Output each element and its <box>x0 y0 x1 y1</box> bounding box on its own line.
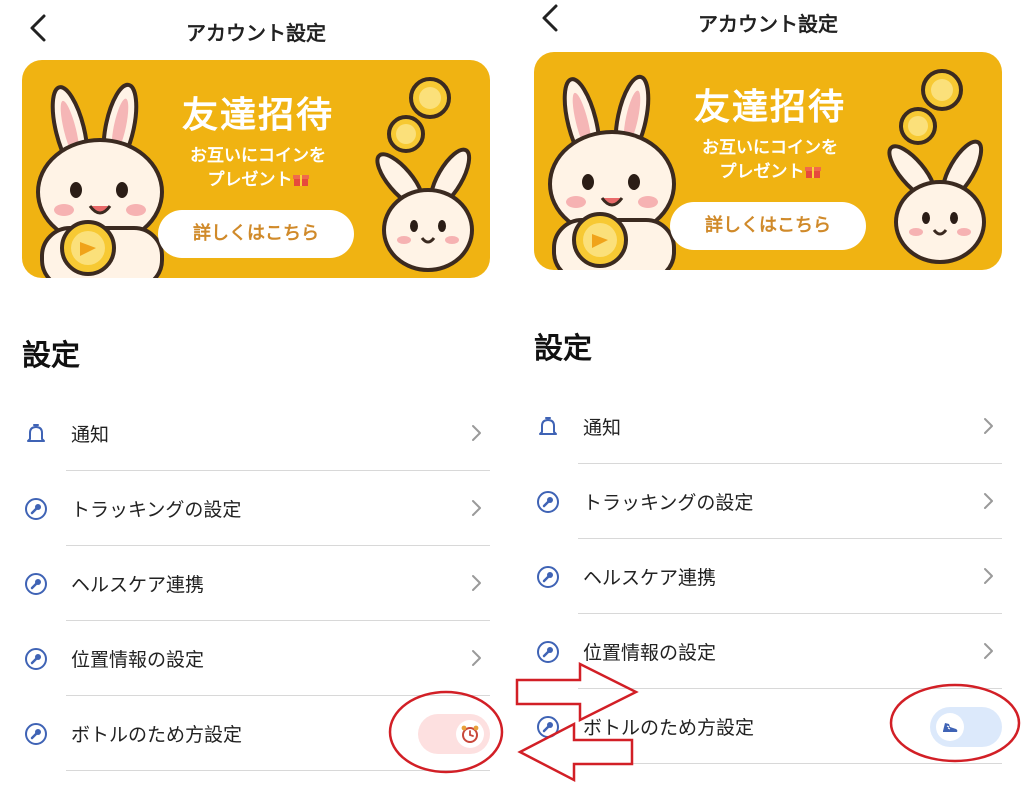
gift-icon <box>292 175 309 186</box>
wrench-icon <box>25 498 47 520</box>
chevron-right-icon <box>984 568 993 584</box>
nav-bar: アカウント設定 <box>0 0 512 60</box>
nav-bar: アカウント設定 <box>512 0 1024 50</box>
bottle-mode-toggle[interactable] <box>418 714 490 754</box>
settings-item-location[interactable]: 位置情報の設定 <box>512 614 1024 689</box>
settings-list: 通知 トラッキングの設定 ヘルスケア連携 位置情報の設定 ボトルのため方設定 <box>512 389 1024 764</box>
settings-item-label: 通知 <box>583 417 622 439</box>
settings-item-bottle[interactable]: ボトルのため方設定 <box>0 696 512 771</box>
settings-item-healthcare[interactable]: ヘルスケア連携 <box>0 546 512 621</box>
banner-subtitle-line1: お互いにコインを <box>702 138 838 158</box>
settings-item-notifications[interactable]: 通知 <box>512 389 1024 464</box>
screenshot-after: アカウント設定 友達招待 お互いにコインを プレゼント 詳しくはこちら 設定 通… <box>512 0 1024 796</box>
wrench-icon <box>25 648 47 670</box>
settings-item-healthcare[interactable]: ヘルスケア連携 <box>512 539 1024 614</box>
wrench-icon <box>537 641 559 663</box>
chevron-right-icon <box>472 650 481 666</box>
section-title-settings: 設定 <box>534 331 593 365</box>
banner-subtitle-line2-text: プレゼント <box>207 170 293 190</box>
banner-subtitle: お互いにコインを プレゼント <box>152 144 364 192</box>
settings-item-label: 位置情報の設定 <box>583 642 717 664</box>
banner-subtitle-line2-text: プレゼント <box>719 162 805 182</box>
settings-item-location[interactable]: 位置情報の設定 <box>0 621 512 696</box>
wrench-icon <box>537 716 559 738</box>
settings-item-label: 通知 <box>71 424 110 446</box>
divider <box>66 770 490 771</box>
section-title-settings: 設定 <box>22 338 81 372</box>
page-title: アカウント設定 <box>186 21 326 45</box>
banner-subtitle-line2: プレゼント <box>664 160 876 184</box>
wrench-icon <box>25 723 47 745</box>
wrench-icon <box>537 566 559 588</box>
settings-item-tracking[interactable]: トラッキングの設定 <box>0 471 512 546</box>
bell-icon <box>539 417 557 435</box>
settings-item-label: トラッキングの設定 <box>583 492 754 514</box>
gift-icon <box>804 167 821 178</box>
banner-subtitle-line1: お互いにコインを <box>190 146 326 166</box>
wrench-icon <box>25 573 47 595</box>
settings-item-label: ボトルのため方設定 <box>71 724 243 746</box>
learn-more-button[interactable]: 詳しくはこちら <box>158 210 354 258</box>
settings-item-label: トラッキングの設定 <box>71 499 242 521</box>
settings-item-label: 位置情報の設定 <box>71 649 205 671</box>
banner-title: 友達招待 <box>693 87 846 128</box>
shoe-icon <box>943 723 958 732</box>
screenshot-before: アカウント設定 友達招待 お互いにコインを プレゼント 詳しくはこちら 設定 通… <box>0 0 512 796</box>
settings-list: 通知 トラッキングの設定 ヘルスケア連携 位置情報の設定 ボトルのため方設定 <box>0 396 512 771</box>
bell-icon <box>27 424 45 442</box>
settings-item-notifications[interactable]: 通知 <box>0 396 512 471</box>
settings-item-bottle[interactable]: ボトルのため方設定 <box>512 689 1024 764</box>
banner-subtitle: お互いにコインを プレゼント <box>664 136 876 184</box>
banner-subtitle-line2: プレゼント <box>152 168 364 192</box>
chevron-right-icon <box>472 575 481 591</box>
divider <box>578 763 1002 764</box>
invite-friends-banner[interactable]: 友達招待 お互いにコインを プレゼント 詳しくはこちら <box>22 60 490 278</box>
settings-item-label: ボトルのため方設定 <box>583 717 755 739</box>
chevron-right-icon <box>984 493 993 509</box>
bottle-mode-toggle[interactable] <box>930 707 1002 747</box>
settings-item-label: ヘルスケア連携 <box>71 574 205 596</box>
banner-title: 友達招待 <box>181 95 334 136</box>
learn-more-button[interactable]: 詳しくはこちら <box>670 202 866 250</box>
settings-item-tracking[interactable]: トラッキングの設定 <box>512 464 1024 539</box>
settings-item-label: ヘルスケア連携 <box>583 567 717 589</box>
invite-friends-banner[interactable]: 友達招待 お互いにコインを プレゼント 詳しくはこちら <box>534 52 1002 270</box>
wrench-icon <box>537 491 559 513</box>
chevron-right-icon <box>472 425 481 441</box>
chevron-right-icon <box>984 643 993 659</box>
chevron-right-icon <box>984 418 993 434</box>
page-title: アカウント設定 <box>698 12 838 36</box>
alarm-clock-icon <box>461 725 479 743</box>
chevron-right-icon <box>472 500 481 516</box>
